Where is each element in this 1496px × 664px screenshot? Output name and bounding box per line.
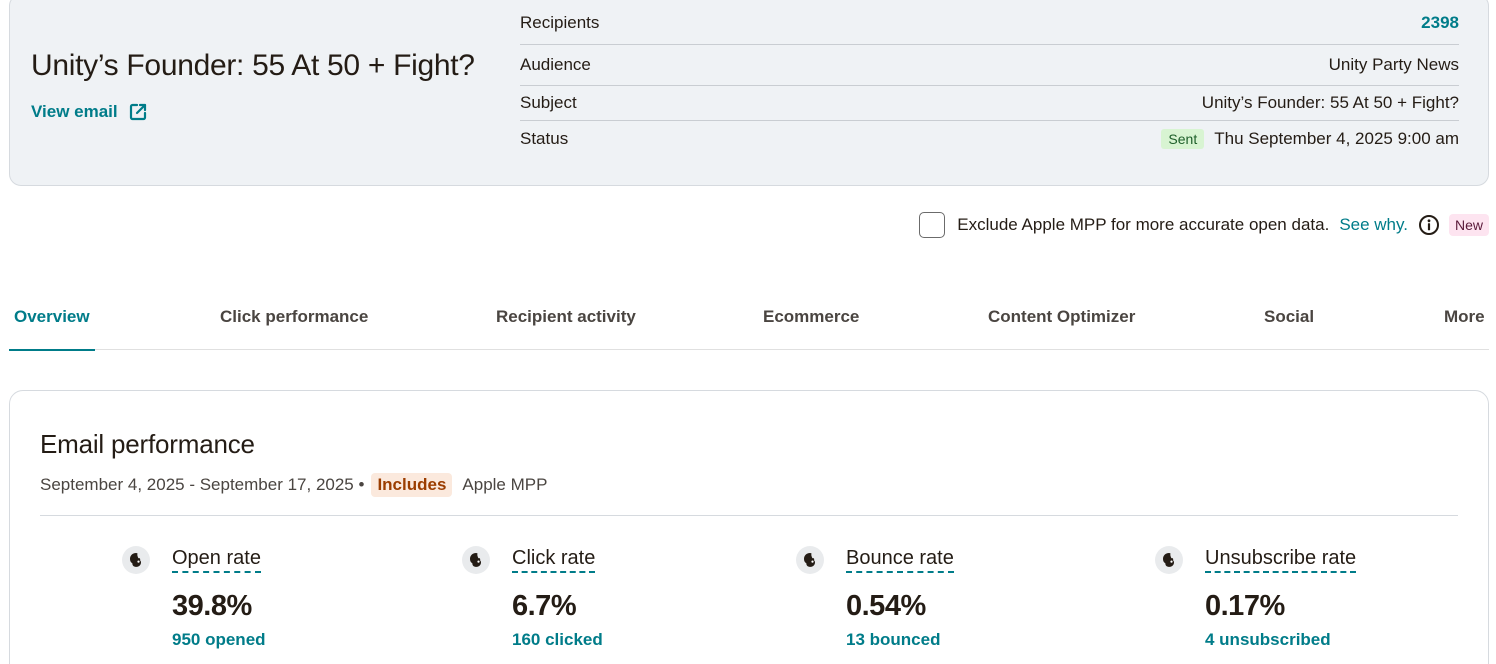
unsubscribe-rate-label[interactable]: Unsubscribe rate — [1205, 547, 1357, 573]
includes-text: Apple MPP — [462, 475, 548, 494]
tab-overview[interactable]: Overview — [9, 296, 95, 351]
recipients-count-link[interactable]: 2398 — [1421, 13, 1459, 33]
unsubscribe-rate-value: 0.17% — [1205, 590, 1285, 622]
open-rate-label[interactable]: Open rate — [172, 547, 261, 573]
status-badge: Sent — [1161, 129, 1205, 149]
email-performance-card: Email performance September 4, 2025 - Se… — [9, 390, 1489, 664]
status-date: Thu September 4, 2025 9:00 am — [1214, 129, 1459, 148]
tab-recipient-activity[interactable]: Recipient activity — [496, 296, 636, 350]
see-why-link[interactable]: See why. — [1339, 215, 1408, 235]
unsubscribed-count-link[interactable]: 4 unsubscribed — [1205, 630, 1356, 650]
click-rate-value: 6.7% — [512, 590, 577, 622]
includes-badge: Includes — [371, 473, 453, 497]
open-rate-value: 39.8% — [172, 590, 252, 622]
status-label: Status — [520, 129, 569, 148]
bounced-count-link[interactable]: 13 bounced — [846, 630, 954, 650]
campaign-details: Recipients 2398 Audience Unity Party New… — [520, 1, 1459, 157]
subject-value: Unity’s Founder: 55 At 50 + Fight? — [1201, 93, 1459, 112]
mailchimp-freddie-icon — [1155, 546, 1183, 574]
campaign-title: Unity’s Founder: 55 At 50 + Fight? — [31, 49, 475, 82]
tab-content-optimizer[interactable]: Content Optimizer — [988, 296, 1135, 350]
divider — [40, 515, 1458, 516]
email-performance-title: Email performance — [40, 429, 255, 459]
performance-subtitle: September 4, 2025 - September 17, 2025 •… — [40, 473, 547, 497]
clicked-count-link[interactable]: 160 clicked — [512, 630, 603, 650]
tab-ecommerce[interactable]: Ecommerce — [763, 296, 859, 350]
tab-social[interactable]: Social — [1264, 296, 1314, 350]
audience-row: Audience Unity Party News — [520, 45, 1459, 86]
view-email-link[interactable]: View email — [31, 102, 148, 122]
recipients-label: Recipients — [520, 12, 600, 32]
report-tabs: Overview Click performance Recipient act… — [9, 296, 1489, 351]
recipients-row: Recipients 2398 — [520, 1, 1459, 45]
subject-label: Subject — [520, 93, 577, 112]
mailchimp-freddie-icon — [796, 546, 824, 574]
bounce-rate-label[interactable]: Bounce rate — [846, 547, 954, 573]
campaign-summary-card: Unity’s Founder: 55 At 50 + Fight? View … — [9, 0, 1489, 186]
bounce-rate-value: 0.54% — [846, 590, 926, 622]
metric-open-rate: Open rate 39.8% 950 opened — [122, 546, 266, 650]
new-badge: New — [1448, 214, 1489, 236]
tab-click-performance[interactable]: Click performance — [220, 296, 368, 350]
date-range: September 4, 2025 - September 17, 2025 • — [40, 475, 365, 494]
click-rate-label[interactable]: Click rate — [512, 547, 596, 573]
mailchimp-freddie-icon — [122, 546, 150, 574]
metric-unsubscribe-rate: Unsubscribe rate 0.17% 4 unsubscribed — [1155, 546, 1357, 650]
subject-row: Subject Unity’s Founder: 55 At 50 + Figh… — [520, 86, 1459, 121]
view-email-label: View email — [31, 102, 118, 121]
info-icon[interactable] — [1418, 214, 1440, 236]
mailchimp-freddie-icon — [462, 546, 490, 574]
exclude-mpp-checkbox[interactable] — [919, 212, 946, 238]
audience-label: Audience — [520, 55, 591, 74]
status-value-group: Sent Thu September 4, 2025 9:00 am — [1161, 129, 1459, 149]
tab-more[interactable]: More — [1444, 296, 1485, 350]
status-row: Status Sent Thu September 4, 2025 9:00 a… — [520, 121, 1459, 157]
metric-click-rate: Click rate 6.7% 160 clicked — [462, 546, 603, 650]
exclude-mpp-row: Exclude Apple MPP for more accurate open… — [919, 212, 1489, 238]
metric-bounce-rate: Bounce rate 0.54% 13 bounced — [796, 546, 954, 650]
audience-value: Unity Party News — [1328, 55, 1459, 74]
opened-count-link[interactable]: 950 opened — [172, 630, 266, 650]
external-link-icon — [128, 102, 148, 122]
exclude-mpp-text: Exclude Apple MPP for more accurate open… — [957, 215, 1330, 234]
